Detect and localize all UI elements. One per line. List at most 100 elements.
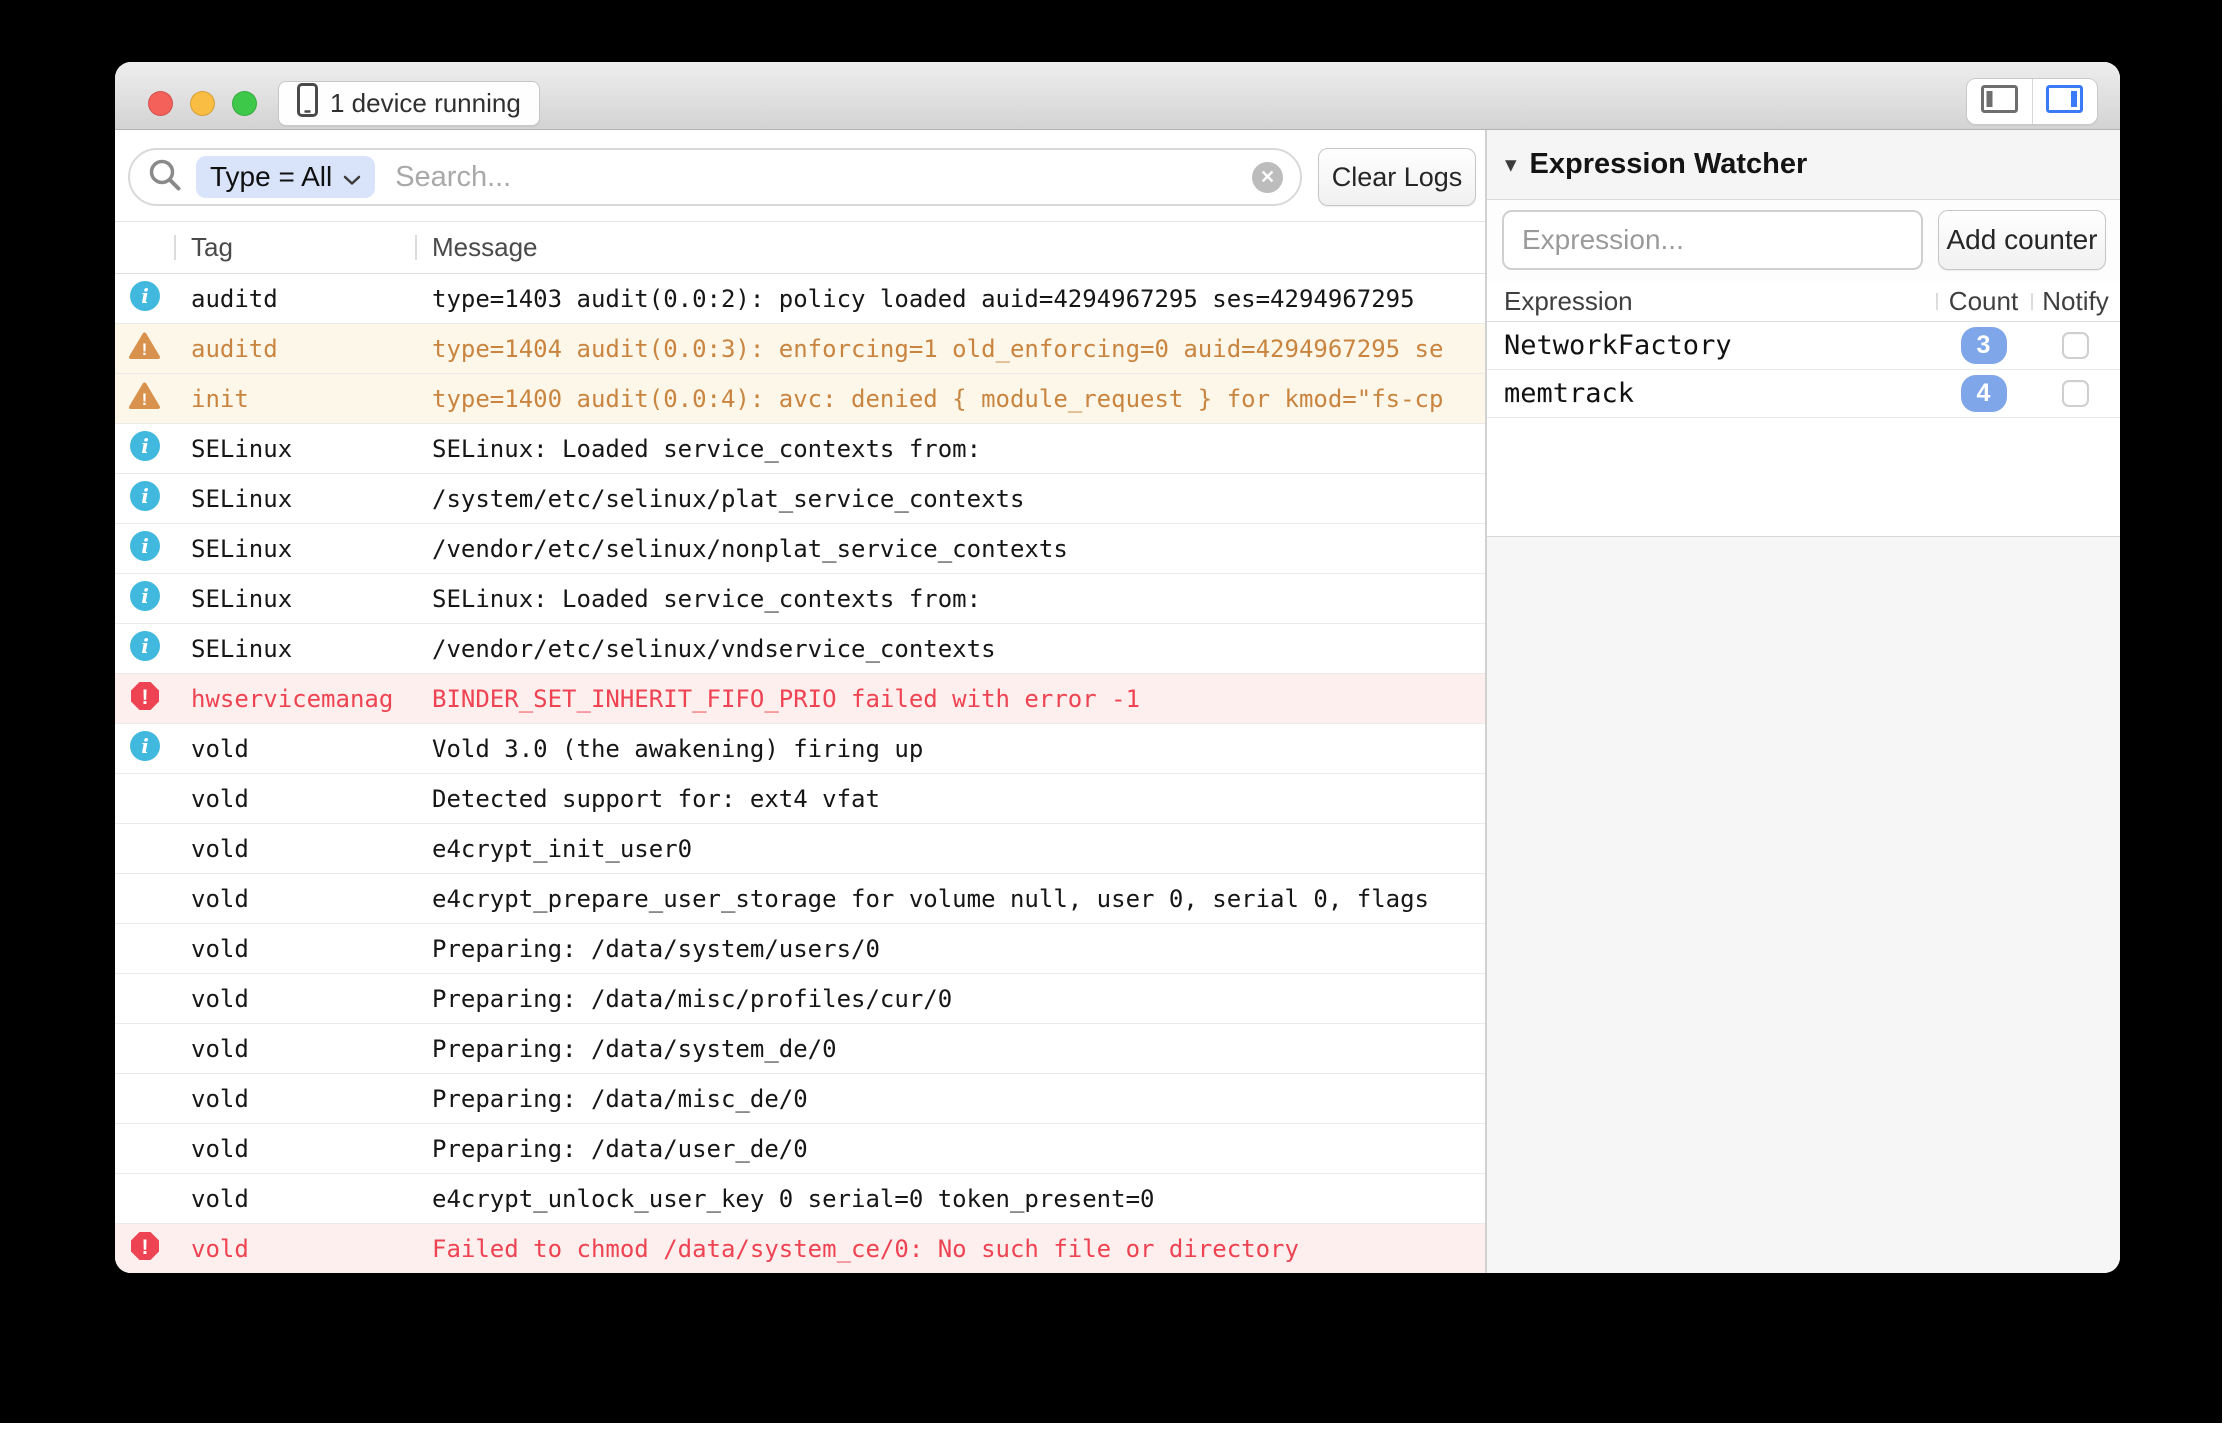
watcher-title: Expression Watcher bbox=[1530, 148, 1808, 181]
log-tag: vold bbox=[174, 985, 415, 1013]
watcher-input-row: Add counter bbox=[1487, 200, 2120, 281]
close-button[interactable] bbox=[148, 91, 173, 116]
table-row[interactable]: vold e4crypt_unlock_user_key 0 serial=0 … bbox=[115, 1174, 1485, 1224]
log-tag: SELinux bbox=[174, 435, 415, 463]
watcher-panel-background bbox=[1487, 537, 2120, 1273]
svg-text:!: ! bbox=[142, 341, 147, 359]
log-message: /vendor/etc/selinux/vndservice_contexts bbox=[415, 635, 1485, 663]
clear-search-icon[interactable]: ✕ bbox=[1252, 162, 1283, 193]
info-icon: i bbox=[130, 581, 160, 617]
disclosure-triangle-icon[interactable]: ▾ bbox=[1505, 153, 1517, 176]
log-message: e4crypt_unlock_user_key 0 serial=0 token… bbox=[415, 1185, 1485, 1213]
table-row[interactable]: vold Preparing: /data/user_de/0 bbox=[115, 1124, 1485, 1174]
info-icon: i bbox=[130, 631, 160, 667]
log-message: e4crypt_init_user0 bbox=[415, 835, 1485, 863]
table-row[interactable]: i auditd type=1403 audit(0.0:2): policy … bbox=[115, 274, 1485, 324]
notify-checkbox[interactable] bbox=[2062, 332, 2089, 359]
traffic-lights bbox=[148, 91, 257, 116]
log-message: SELinux: Loaded service_contexts from: bbox=[415, 585, 1485, 613]
table-row[interactable]: vold Preparing: /data/system/users/0 bbox=[115, 924, 1485, 974]
table-row[interactable]: vold e4crypt_prepare_user_storage for vo… bbox=[115, 874, 1485, 924]
svg-text:!: ! bbox=[142, 391, 147, 409]
log-tag: SELinux bbox=[174, 585, 415, 613]
log-tag: vold bbox=[174, 885, 415, 913]
log-pane: Type = All ✕ Clear Logs Tag Message bbox=[115, 130, 1485, 1273]
watched-expression: NetworkFactory bbox=[1487, 330, 1936, 361]
search-icon bbox=[147, 157, 183, 198]
log-tag: hwservicemanag bbox=[174, 685, 415, 713]
notify-checkbox[interactable] bbox=[2062, 380, 2089, 407]
table-row[interactable]: i SELinux /vendor/etc/selinux/nonplat_se… bbox=[115, 524, 1485, 574]
table-row[interactable]: ! init type=1400 audit(0.0:4): avc: deni… bbox=[115, 374, 1485, 424]
phone-icon bbox=[297, 83, 318, 124]
log-message: /vendor/etc/selinux/nonplat_service_cont… bbox=[415, 535, 1485, 563]
add-counter-button[interactable]: Add counter bbox=[1938, 210, 2106, 270]
minimize-button[interactable] bbox=[190, 91, 215, 116]
log-tag: vold bbox=[174, 735, 415, 763]
error-icon: ! bbox=[130, 1231, 160, 1267]
svg-text:!: ! bbox=[141, 686, 148, 709]
chevron-down-icon bbox=[343, 161, 361, 193]
log-message: type=1403 audit(0.0:2): policy loaded au… bbox=[415, 285, 1485, 313]
table-row[interactable]: i vold Vold 3.0 (the awakening) firing u… bbox=[115, 724, 1485, 774]
count-column-header: Count bbox=[1936, 286, 2031, 317]
svg-text:i: i bbox=[141, 484, 149, 508]
type-filter-label: Type = All bbox=[210, 161, 332, 193]
log-tag: init bbox=[174, 385, 415, 413]
table-row[interactable]: i SELinux SELinux: Loaded service_contex… bbox=[115, 574, 1485, 624]
watcher-row[interactable]: NetworkFactory 3 bbox=[1487, 322, 2120, 370]
svg-text:i: i bbox=[141, 584, 149, 608]
table-row[interactable]: i SELinux /vendor/etc/selinux/vndservice… bbox=[115, 624, 1485, 674]
notify-column-header: Notify bbox=[2031, 286, 2120, 317]
search-field[interactable]: Type = All ✕ bbox=[128, 148, 1302, 206]
table-row[interactable]: vold Detected support for: ext4 vfat bbox=[115, 774, 1485, 824]
watcher-table-header: Expression Count Notify bbox=[1487, 281, 2120, 322]
device-status-button[interactable]: 1 device running bbox=[278, 81, 540, 126]
info-icon: i bbox=[130, 731, 160, 767]
table-row[interactable]: vold Preparing: /data/misc/profiles/cur/… bbox=[115, 974, 1485, 1024]
log-message: Preparing: /data/misc_de/0 bbox=[415, 1085, 1485, 1113]
log-tag: vold bbox=[174, 785, 415, 813]
table-row[interactable]: ! hwservicemanag BINDER_SET_INHERIT_FIFO… bbox=[115, 674, 1485, 724]
table-row[interactable]: ! vold Failed to chmod /data/system_ce/0… bbox=[115, 1224, 1485, 1273]
error-icon: ! bbox=[130, 681, 160, 717]
log-message: Preparing: /data/user_de/0 bbox=[415, 1135, 1485, 1163]
svg-text:i: i bbox=[141, 434, 149, 458]
log-message: Preparing: /data/misc/profiles/cur/0 bbox=[415, 985, 1485, 1013]
panel-toggle-group bbox=[1966, 78, 2098, 125]
log-tag: auditd bbox=[174, 285, 415, 313]
log-tag: vold bbox=[174, 1135, 415, 1163]
zoom-button[interactable] bbox=[232, 91, 257, 116]
watcher-row[interactable]: memtrack 4 bbox=[1487, 370, 2120, 418]
watched-expression: memtrack bbox=[1487, 378, 1936, 409]
log-tag: SELinux bbox=[174, 485, 415, 513]
log-message: /system/etc/selinux/plat_service_context… bbox=[415, 485, 1485, 513]
info-icon: i bbox=[130, 481, 160, 517]
table-row[interactable]: i SELinux SELinux: Loaded service_contex… bbox=[115, 424, 1485, 474]
log-message: Failed to chmod /data/system_ce/0: No su… bbox=[415, 1235, 1485, 1263]
table-row[interactable]: i SELinux /system/etc/selinux/plat_servi… bbox=[115, 474, 1485, 524]
type-filter-dropdown[interactable]: Type = All bbox=[196, 156, 375, 198]
info-icon: i bbox=[130, 281, 160, 317]
table-row[interactable]: vold Preparing: /data/misc_de/0 bbox=[115, 1074, 1485, 1124]
log-message: type=1400 audit(0.0:4): avc: denied { mo… bbox=[415, 385, 1485, 413]
watcher-header: ▾ Expression Watcher bbox=[1487, 130, 2120, 200]
desktop-background: 1 device running bbox=[0, 0, 2222, 1423]
toggle-right-panel-button[interactable] bbox=[2032, 79, 2098, 124]
svg-text:i: i bbox=[141, 534, 149, 558]
toggle-left-panel-button[interactable] bbox=[1967, 79, 2032, 124]
search-input[interactable] bbox=[395, 161, 1252, 194]
warning-icon: ! bbox=[128, 331, 161, 366]
log-tag: vold bbox=[174, 835, 415, 863]
expression-input[interactable] bbox=[1502, 210, 1923, 270]
expression-column-header: Expression bbox=[1487, 286, 1936, 317]
log-table-header: Tag Message bbox=[115, 222, 1485, 274]
log-message: Detected support for: ext4 vfat bbox=[415, 785, 1485, 813]
expression-watcher-panel: ▾ Expression Watcher Add counter Express… bbox=[1487, 130, 2120, 1273]
table-row[interactable]: ! auditd type=1404 audit(0.0:3): enforci… bbox=[115, 324, 1485, 374]
table-row[interactable]: vold Preparing: /data/system_de/0 bbox=[115, 1024, 1485, 1074]
clear-logs-button[interactable]: Clear Logs bbox=[1318, 148, 1476, 206]
warning-icon: ! bbox=[128, 381, 161, 416]
titlebar: 1 device running bbox=[115, 62, 2120, 130]
table-row[interactable]: vold e4crypt_init_user0 bbox=[115, 824, 1485, 874]
